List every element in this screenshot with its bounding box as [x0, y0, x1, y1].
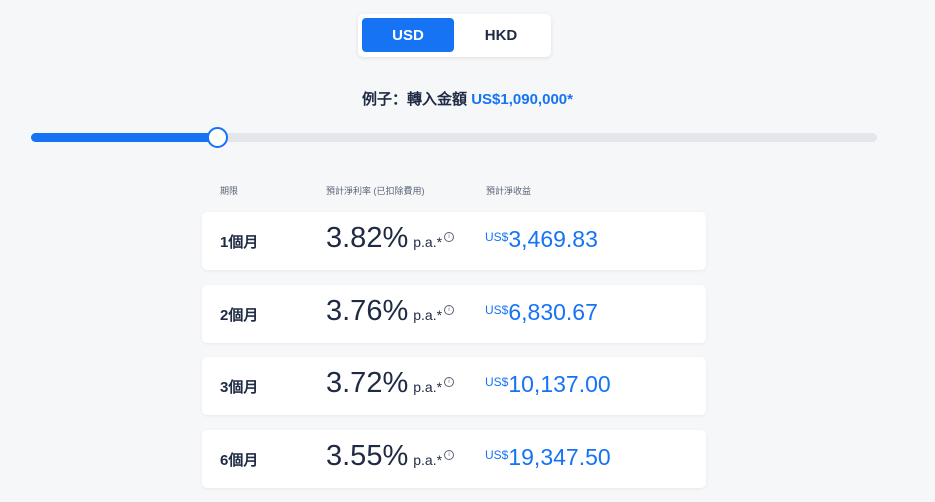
earnings-value: 6,830.67 [508, 299, 598, 325]
rate-percent: 3.72% [326, 367, 409, 399]
row-term: 1個月 [220, 234, 259, 251]
info-circle-icon[interactable]: i [444, 377, 455, 387]
row-term: 2個月 [220, 307, 259, 324]
row-rate: 3.72% p.a.* i [326, 367, 455, 400]
currency-toggle: USD HKD [358, 14, 551, 57]
slider-fill [31, 133, 218, 142]
row-earnings: US$ 6,830.67 [485, 299, 598, 326]
rate-pa: p.a.* [413, 379, 443, 395]
slider-thumb[interactable] [207, 127, 229, 148]
row-rate: 3.55% p.a.* i [326, 440, 455, 473]
hkd-button[interactable]: HKD [455, 18, 547, 52]
earnings-value: 3,469.83 [508, 226, 598, 252]
header-earnings: 預計淨收益 [486, 186, 532, 196]
earnings-currency: US$ [485, 375, 509, 389]
row-term: 3個月 [220, 379, 259, 396]
info-circle-icon[interactable]: i [444, 232, 455, 242]
earnings-value: 19,347.50 [508, 444, 611, 470]
earnings-currency: US$ [485, 448, 509, 462]
header-term: 期限 [220, 186, 239, 196]
earnings-value: 10,137.00 [508, 371, 611, 397]
example-amount-value: US$1,090,000* [471, 91, 573, 108]
row-earnings: US$ 10,137.00 [485, 371, 611, 398]
row-earnings: US$ 19,347.50 [485, 444, 611, 471]
rate-pa: p.a.* [413, 307, 443, 323]
info-circle-icon[interactable]: i [444, 305, 455, 315]
rate-row: 3個月 3.72% p.a.* i US$ 10,137.00 [202, 357, 706, 415]
row-rate: 3.76% p.a.* i [326, 295, 455, 328]
rate-percent: 3.82% [326, 222, 409, 254]
rate-pa: p.a.* [413, 452, 443, 468]
rate-percent: 3.55% [326, 440, 409, 472]
rate-pa: p.a.* [413, 234, 443, 250]
info-circle-icon[interactable]: i [444, 450, 455, 460]
example-amount: 例子：轉入金額 US$1,090,000* [0, 88, 935, 109]
header-rate: 預計淨利率 (已扣除費用) [326, 186, 425, 196]
earnings-currency: US$ [485, 230, 509, 244]
rate-row: 6個月 3.55% p.a.* i US$ 19,347.50 [202, 430, 706, 488]
usd-button[interactable]: USD [362, 18, 454, 52]
row-earnings: US$ 3,469.83 [485, 226, 598, 253]
earnings-currency: US$ [485, 303, 509, 317]
row-rate: 3.82% p.a.* i [326, 222, 455, 255]
row-term: 6個月 [220, 452, 259, 469]
amount-slider[interactable] [31, 127, 877, 148]
example-label: 例子：轉入金額 [362, 91, 468, 108]
rate-percent: 3.76% [326, 295, 409, 327]
rate-row: 1個月 3.82% p.a.* i US$ 3,469.83 [202, 212, 706, 270]
rate-row: 2個月 3.76% p.a.* i US$ 6,830.67 [202, 285, 706, 343]
